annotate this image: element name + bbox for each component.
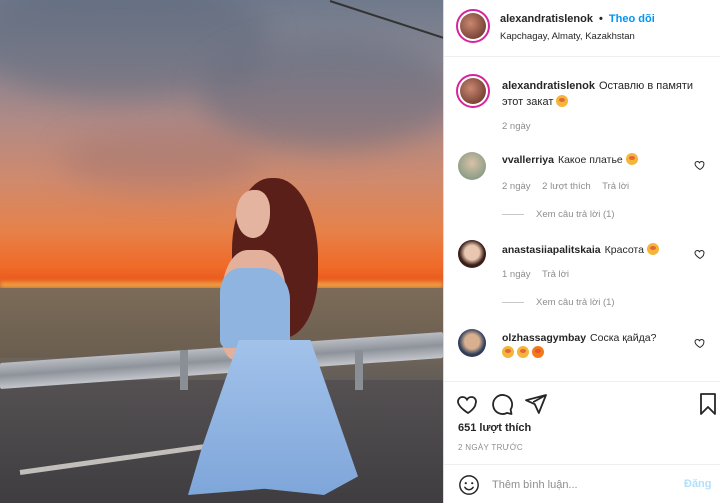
- comment-likes[interactable]: 2 lượt thích: [542, 181, 591, 192]
- power-wire: [329, 0, 443, 46]
- heart-eyes-emoji-icon: [556, 95, 569, 107]
- comment-meta: 1 ngày Trả lời: [502, 269, 578, 280]
- location-link[interactable]: Kapchagay, Almaty, Kazakhstan: [500, 31, 635, 42]
- comment-text: anastasiiapalitskaia Красота: [502, 243, 692, 258]
- like-comment-heart-icon[interactable]: [694, 159, 706, 171]
- commenter-username[interactable]: olzhassagymbay: [502, 332, 586, 344]
- commenter-avatar[interactable]: [458, 240, 486, 268]
- cloud-shape: [200, 40, 443, 150]
- commenter-username[interactable]: vvallerriya: [502, 154, 554, 166]
- rail-post: [355, 350, 363, 390]
- view-replies-label[interactable]: Xem câu trả lời (1): [536, 209, 615, 220]
- rail-post: [180, 350, 188, 390]
- comment-body: Соска қайда?: [590, 332, 657, 344]
- fire-emoji-icon: [532, 346, 544, 358]
- view-replies[interactable]: Xem câu trả lời (1): [502, 209, 615, 220]
- comment-body: Какое платье: [557, 154, 623, 166]
- like-comment-heart-icon[interactable]: [694, 337, 706, 349]
- share-icon[interactable]: [524, 392, 548, 416]
- heart-eyes-emoji-icon: [625, 153, 638, 165]
- likes-count[interactable]: 651 lượt thích: [458, 422, 531, 434]
- add-comment-bar: Đăng: [444, 464, 720, 503]
- comment-text: vvallerriya Какое платье: [502, 153, 692, 168]
- header-user-row: alexandratislenok • Theo dõi: [500, 13, 655, 25]
- laughing-emoji-icon: [517, 346, 529, 358]
- commenter-avatar[interactable]: [458, 329, 486, 357]
- comment-meta: 2 ngày 2 lượt thích Trả lời: [502, 181, 638, 192]
- post-side-panel: alexandratislenok • Theo dõi Kapchagay, …: [444, 0, 720, 503]
- bookmark-icon[interactable]: [696, 392, 720, 416]
- author-username[interactable]: alexandratislenok: [500, 13, 593, 25]
- post-header: alexandratislenok • Theo dõi Kapchagay, …: [444, 0, 720, 57]
- post-actions: 651 lượt thích 2 NGÀY TRƯỚC Đăng: [444, 381, 720, 503]
- commenter-username[interactable]: anastasiiapalitskaia: [502, 244, 601, 256]
- comment-input[interactable]: [492, 475, 672, 495]
- caption-avatar[interactable]: [456, 74, 490, 108]
- heart-icon[interactable]: [456, 392, 480, 416]
- post-date: 2 NGÀY TRƯỚC: [458, 443, 524, 452]
- cloud-shape: [60, 130, 260, 190]
- woman-face: [236, 190, 270, 238]
- comment-body: Красота: [604, 244, 644, 256]
- comment-text: olzhassagymbay Соска қайда?: [502, 331, 692, 361]
- like-comment-heart-icon[interactable]: [694, 248, 706, 260]
- caption-text: alexandratislenok Оставлю в памяти этот з…: [502, 78, 702, 110]
- follow-button[interactable]: Theo dõi: [609, 13, 655, 25]
- dress-top: [220, 268, 290, 348]
- heart-eyes-emoji-icon: [646, 243, 659, 255]
- heart-eyes-emoji-icon: [502, 346, 514, 358]
- reply-button[interactable]: Trả lời: [542, 269, 569, 280]
- smile-icon[interactable]: [458, 474, 480, 496]
- comment-time: 1 ngày: [502, 269, 531, 280]
- caption-username[interactable]: alexandratislenok: [502, 80, 595, 92]
- author-avatar[interactable]: [456, 9, 490, 43]
- caption-time: 2 ngày: [502, 121, 531, 132]
- comment-time: 2 ngày: [502, 181, 531, 192]
- separator-dot: •: [599, 13, 603, 25]
- reply-button[interactable]: Trả lời: [602, 181, 629, 192]
- comment-icon[interactable]: [490, 392, 514, 416]
- post-photo[interactable]: [0, 0, 443, 503]
- commenter-avatar[interactable]: [458, 152, 486, 180]
- post-comment-button[interactable]: Đăng: [684, 478, 712, 490]
- view-replies[interactable]: Xem câu trả lời (1): [502, 297, 615, 308]
- replies-line: [502, 301, 524, 303]
- replies-line: [502, 213, 524, 215]
- view-replies-label[interactable]: Xem câu trả lời (1): [536, 297, 615, 308]
